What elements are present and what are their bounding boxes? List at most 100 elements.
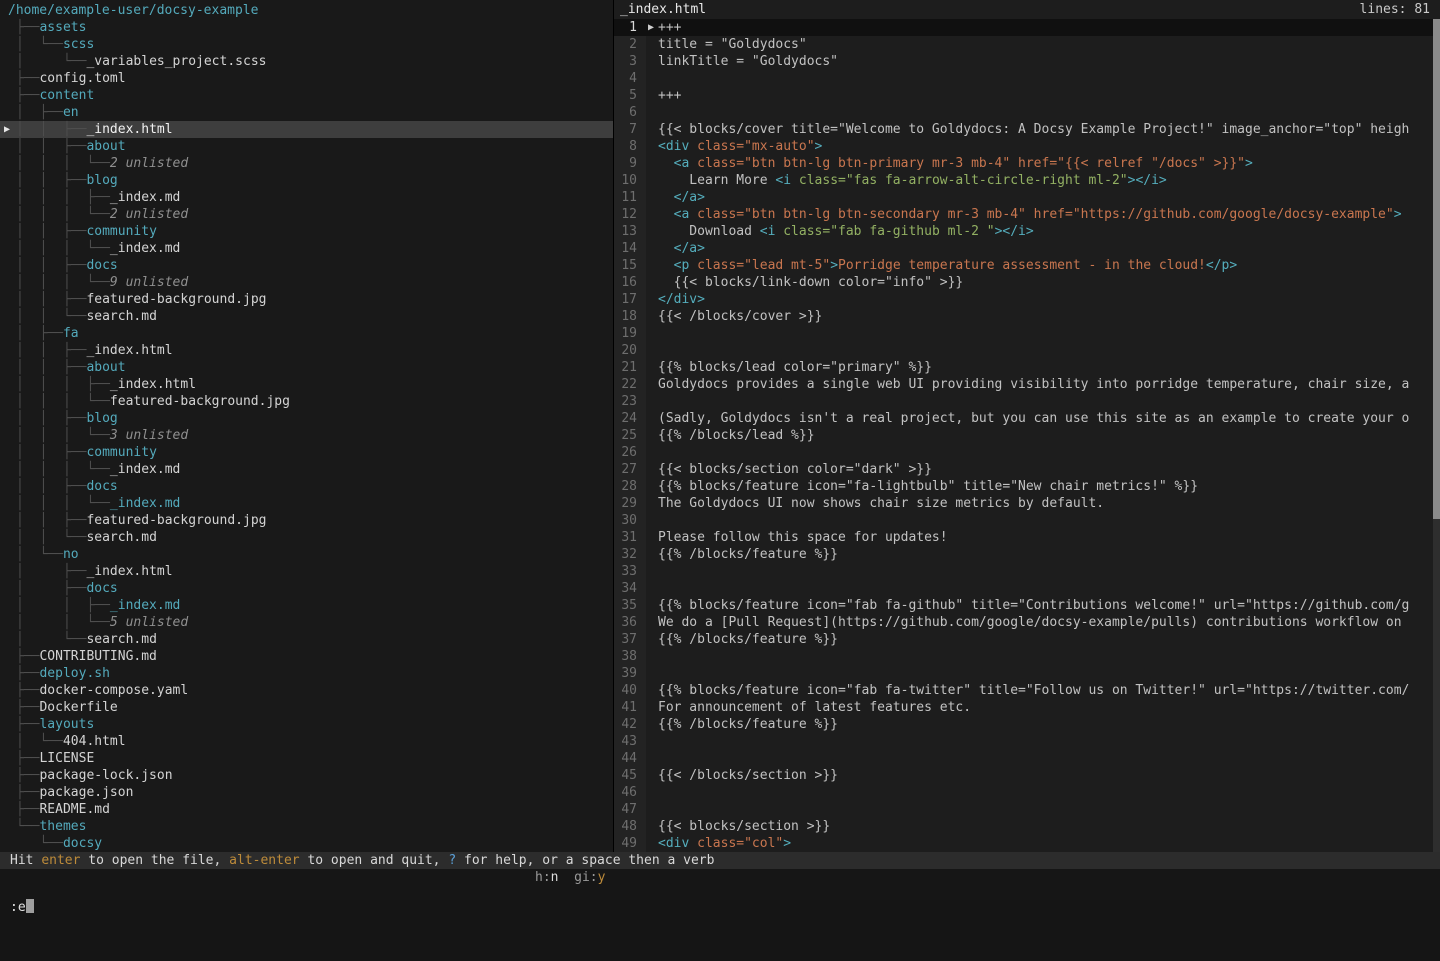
tree-row[interactable]: ├──Dockerfile <box>0 699 613 716</box>
code-line: 5+++ <box>614 87 1440 104</box>
code-line: 20 <box>614 342 1440 359</box>
tree-row[interactable]: │ │ └──search.md <box>0 529 613 546</box>
scrollbar-thumb[interactable] <box>1433 19 1440 519</box>
tree-row[interactable]: │ │ ├──featured-background.jpg <box>0 512 613 529</box>
code-segment: <i <box>775 173 791 188</box>
tree-node-label: 2 unlisted <box>110 207 188 222</box>
tree-row[interactable]: │ │ ├──community <box>0 223 613 240</box>
tree-row[interactable]: ├──README.md <box>0 801 613 818</box>
code-line: 2title = "Goldydocs" <box>614 36 1440 53</box>
tree-row[interactable]: │ │ │ └──9 unlisted <box>0 274 613 291</box>
code-line: 8<div class="mx-auto"> <box>614 138 1440 155</box>
tree-row[interactable]: │ │ ├──about <box>0 359 613 376</box>
tree-row[interactable]: │ └──no <box>0 546 613 563</box>
tree-row[interactable]: │ ├──fa <box>0 325 613 342</box>
tree-branch-lines: ├── <box>16 802 39 817</box>
tree-row[interactable]: │ │ ├──about <box>0 138 613 155</box>
tree-row[interactable]: │ ├──docs <box>0 580 613 597</box>
tree-row[interactable]: │ │ │ └──featured-background.jpg <box>0 393 613 410</box>
tree-row[interactable]: ├──layouts <box>0 716 613 733</box>
broot-window: /home/example-user/docsy-example ├──asse… <box>0 0 1440 900</box>
tree-row[interactable]: └──themes <box>0 818 613 835</box>
code-line: 16 {{< blocks/link-down color="info" >}} <box>614 274 1440 291</box>
tree-row[interactable]: ├──content <box>0 87 613 104</box>
tree-node-label: package-lock.json <box>39 768 172 783</box>
code-segment: {{< blocks/section color="dark" >}} <box>658 462 932 477</box>
preview-scrollbar[interactable] <box>1433 19 1440 852</box>
code-line: 29The Goldydocs UI now shows chair size … <box>614 495 1440 512</box>
code-line: 49<div class="col"> <box>614 835 1440 852</box>
tree-row[interactable]: │ │ │ └──2 unlisted <box>0 155 613 172</box>
tree-row[interactable]: │ │ │ ├──_index.md <box>0 189 613 206</box>
code-line: 18{{< /blocks/cover >}} <box>614 308 1440 325</box>
tree-branch-lines: ├── <box>16 683 39 698</box>
tree-row[interactable]: │ │ └──5 unlisted <box>0 614 613 631</box>
code-text: {{% blocks/feature icon="fab fa-github" … <box>646 597 1409 614</box>
preview-cursor-icon: ▶ <box>648 19 654 36</box>
tree-node-label: docs <box>86 581 117 596</box>
tree-row[interactable]: │ │ └──search.md <box>0 308 613 325</box>
tree-row[interactable]: │ │ ├──blog <box>0 172 613 189</box>
tree-row[interactable]: │ │ ├──_index.md <box>0 597 613 614</box>
line-number: 48 <box>614 818 646 835</box>
tree-row[interactable]: │ └──search.md <box>0 631 613 648</box>
tree-branch-lines: │ │ ├── <box>16 479 86 494</box>
line-number: 35 <box>614 597 646 614</box>
tree-row[interactable]: │ │ │ ├──_index.html <box>0 376 613 393</box>
tree-row[interactable]: ▶│ │ ├──_index.html <box>0 121 613 138</box>
tree-row[interactable]: │ ├──en <box>0 104 613 121</box>
code-line: 13 Download <i class="fab fa-github ml-2… <box>614 223 1440 240</box>
tree-row[interactable]: ├──package.json <box>0 784 613 801</box>
tree-row[interactable]: ├──docker-compose.yaml <box>0 682 613 699</box>
tree-node-label: _index.html <box>86 122 172 137</box>
tree-row[interactable]: │ │ ├──community <box>0 444 613 461</box>
code-segment <box>658 207 674 222</box>
command-input[interactable]: :e <box>0 899 1440 916</box>
tree-row[interactable]: │ │ │ └──2 unlisted <box>0 206 613 223</box>
tree-row[interactable]: │ │ ├──docs <box>0 257 613 274</box>
tree-row[interactable]: ├──package-lock.json <box>0 767 613 784</box>
tree-row[interactable]: └──docsy <box>0 835 613 852</box>
tree-branch-lines: │ │ └── <box>16 615 110 630</box>
line-number: 31 <box>614 529 646 546</box>
tree-branch-lines: │ │ ├── <box>16 343 86 358</box>
tree-row[interactable]: │ │ │ └──_index.md <box>0 495 613 512</box>
code-line: 28{{% blocks/feature icon="fa-lightbulb"… <box>614 478 1440 495</box>
tree-branch-lines: ├── <box>16 785 39 800</box>
code-line: 33 <box>614 563 1440 580</box>
tree-row[interactable]: │ ├──_index.html <box>0 563 613 580</box>
tree-row[interactable]: │ │ ├──_index.html <box>0 342 613 359</box>
tree-row[interactable]: ├──assets <box>0 19 613 36</box>
code-text: </a> <box>646 240 705 257</box>
code-line: 19 <box>614 325 1440 342</box>
tree-row[interactable]: │ │ ├──featured-background.jpg <box>0 291 613 308</box>
line-number: 20 <box>614 342 646 359</box>
code-text <box>646 733 658 750</box>
tree-row[interactable]: ├──deploy.sh <box>0 665 613 682</box>
tree-row[interactable]: │ └──_variables_project.scss <box>0 53 613 70</box>
code-segment: class="col" <box>697 836 783 851</box>
tree-row[interactable]: │ └──404.html <box>0 733 613 750</box>
code-text: <div class="col"> <box>646 835 791 852</box>
tree-node-label: deploy.sh <box>39 666 109 681</box>
code-text: </a> <box>646 189 705 206</box>
tree-node-label: _index.md <box>110 462 180 477</box>
tree-branch-lines: │ │ │ └── <box>16 394 110 409</box>
tree-row[interactable]: │ │ ├──docs <box>0 478 613 495</box>
tree-row[interactable]: ├──CONTRIBUTING.md <box>0 648 613 665</box>
code-text: {{< /blocks/cover >}} <box>646 308 822 325</box>
root-path[interactable]: /home/example-user/docsy-example <box>0 2 613 19</box>
tree-row[interactable]: │ │ ├──blog <box>0 410 613 427</box>
tree-branch-lines: │ │ │ ├── <box>16 377 110 392</box>
code-segment: {{% /blocks/lead %}} <box>658 428 815 443</box>
tree-branch-lines: │ └── <box>16 632 86 647</box>
tree-row[interactable]: │ │ │ └──_index.md <box>0 461 613 478</box>
code-text: {{% /blocks/feature %}} <box>646 631 838 648</box>
tree-row[interactable]: ├──LICENSE <box>0 750 613 767</box>
code-segment: > <box>783 836 791 851</box>
tree-row[interactable]: ├──config.toml <box>0 70 613 87</box>
code-line: 22Goldydocs provides a single web UI pro… <box>614 376 1440 393</box>
tree-row[interactable]: │ │ │ └──3 unlisted <box>0 427 613 444</box>
tree-row[interactable]: │ └──scss <box>0 36 613 53</box>
tree-row[interactable]: │ │ │ └──_index.md <box>0 240 613 257</box>
